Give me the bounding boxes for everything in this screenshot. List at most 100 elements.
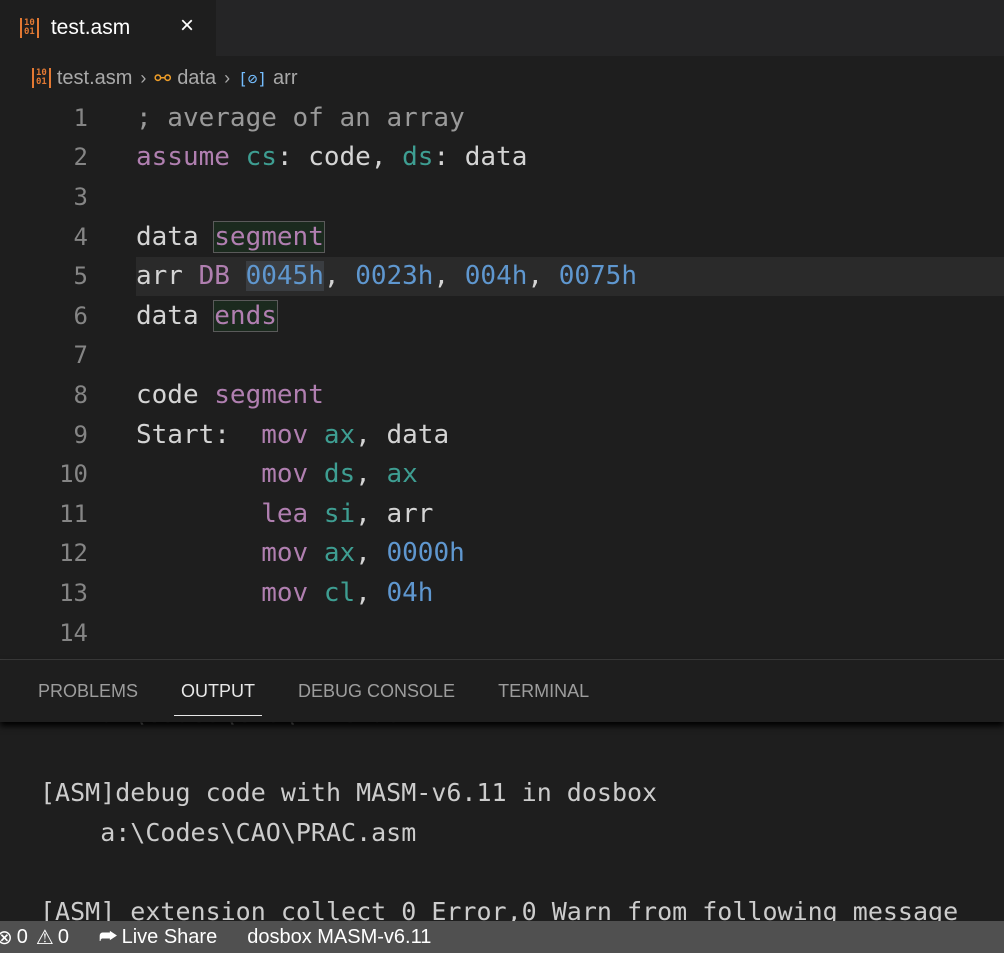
- breadcrumb-symbol[interactable]: arr: [273, 67, 297, 90]
- bottom-panel: PROBLEMS OUTPUT DEBUG CONSOLE TERMINAL a:\C…: [0, 659, 1004, 926]
- close-icon[interactable]: ×: [180, 12, 194, 40]
- token: si: [323, 498, 356, 529]
- token: arr: [136, 261, 199, 292]
- breadcrumb: 10 01 test.asm › ⚯ data › [⊘] arr: [32, 64, 297, 92]
- code-line[interactable]: 4 data segment: [0, 217, 1004, 257]
- line-number: 3: [73, 182, 88, 211]
- output-log[interactable]: a:\Codes\CAO\PRAC.asm [ASM]debug code wi…: [40, 694, 958, 931]
- chevron-right-icon: ›: [224, 67, 231, 88]
- token: segment: [213, 220, 325, 253]
- warning-count: 0: [57, 925, 69, 948]
- token: code: [136, 379, 215, 410]
- error-count: 0: [16, 925, 28, 948]
- output-line: [ASM]debug code with MASM-v6.11 in dosbo…: [40, 778, 658, 807]
- code-line[interactable]: 2 assume cs: code, ds: data: [0, 138, 1004, 178]
- dosbox-status[interactable]: dosbox MASM-v6.11: [247, 926, 431, 949]
- code-line[interactable]: 12 mov ax, 0000h: [0, 534, 1004, 574]
- token: mov: [261, 577, 309, 608]
- binary-file-icon: 10 01: [32, 68, 51, 88]
- token: 0000h: [386, 538, 465, 569]
- code-text: arr DB 0045h, 0023h, 004h, 0075h: [136, 261, 637, 292]
- token: ds: [323, 459, 356, 490]
- line-number: 5: [73, 262, 88, 291]
- code-text: data ends: [136, 299, 278, 332]
- token: ,: [433, 261, 465, 292]
- live-share-button[interactable]: ⮫ Live Share: [99, 926, 217, 949]
- namespace-icon: ⚯: [154, 67, 172, 90]
- code-line[interactable]: 6 data ends: [0, 296, 1004, 336]
- token: ax: [323, 538, 356, 569]
- token: segment: [214, 379, 324, 410]
- token: ,: [355, 459, 387, 490]
- code-line[interactable]: 1 ; average of an array: [0, 98, 1004, 138]
- code-line[interactable]: 7: [0, 336, 1004, 376]
- live-share-label: Live Share: [121, 925, 218, 948]
- tab-test-asm[interactable]: 10 01 test.asm ×: [0, 0, 216, 56]
- code-text: data segment: [136, 220, 325, 253]
- code-line[interactable]: 5 arr DB 0045h, 0023h, 004h, 0075h: [0, 256, 1004, 296]
- tab-debug-console[interactable]: DEBUG CONSOLE: [298, 681, 455, 702]
- live-share-icon: ⮫: [98, 925, 118, 948]
- line-number: 7: [73, 341, 88, 370]
- token: mov: [261, 538, 309, 569]
- token: ax: [386, 459, 418, 490]
- token: , data: [355, 419, 450, 450]
- token: mov: [261, 419, 309, 450]
- code-line[interactable]: 14: [0, 613, 1004, 653]
- line-number: 10: [59, 460, 88, 489]
- line-number: 11: [59, 499, 88, 528]
- token: Start:: [136, 419, 262, 450]
- code-line[interactable]: 13 mov cl, 04h: [0, 573, 1004, 613]
- line-number: 14: [59, 618, 88, 647]
- tab-terminal[interactable]: TERMINAL: [498, 681, 589, 702]
- token: ; average of an array: [136, 102, 465, 133]
- token: 004h: [464, 261, 528, 292]
- code-line[interactable]: 11 lea si, arr: [0, 494, 1004, 534]
- token: : code,: [276, 142, 403, 173]
- line-number: 8: [73, 380, 88, 409]
- variable-icon: [⊘]: [238, 68, 268, 88]
- code-line[interactable]: 3: [0, 177, 1004, 217]
- token: 04h: [386, 577, 434, 608]
- line-number: 1: [73, 103, 88, 132]
- tab-label: test.asm: [50, 16, 131, 39]
- code-text: lea si, arr: [136, 499, 433, 529]
- code-line[interactable]: 8 code segment: [0, 375, 1004, 415]
- tab-output[interactable]: OUTPUT: [174, 681, 263, 716]
- output-line: a:\Codes\CAO\PRAC.asm: [40, 817, 417, 847]
- token: mov: [261, 459, 309, 490]
- problems-status[interactable]: ⊗ 0 ⚠ 0: [0, 925, 69, 950]
- token: cl: [323, 577, 356, 608]
- token: ,: [323, 261, 356, 292]
- token: ends: [213, 299, 278, 332]
- error-icon: ⊗: [0, 926, 13, 949]
- code-text: code segment: [136, 380, 324, 410]
- token: , arr: [355, 498, 434, 529]
- token: 0045h: [245, 261, 324, 292]
- token: data: [136, 221, 215, 252]
- tab-problems[interactable]: PROBLEMS: [38, 681, 138, 702]
- breadcrumb-namespace[interactable]: data: [177, 67, 216, 90]
- warning-icon: ⚠: [35, 926, 54, 949]
- token: : data: [433, 142, 528, 173]
- chevron-right-icon: ›: [140, 67, 147, 88]
- code-editor[interactable]: 1 ; average of an array 2 assume cs: code, …: [0, 98, 1004, 658]
- code-line[interactable]: 10 mov ds, ax: [0, 454, 1004, 494]
- status-bar: ⊗ 0 ⚠ 0 ⮫ Live Share dosbox MASM-v6.11: [0, 921, 1004, 953]
- code-line[interactable]: 9 Start: mov ax, data: [0, 415, 1004, 455]
- panel-tabs: PROBLEMS OUTPUT DEBUG CONSOLE TERMINAL: [0, 660, 1004, 722]
- token: 0023h: [355, 261, 434, 292]
- token: data: [136, 300, 215, 331]
- breadcrumb-file[interactable]: test.asm: [57, 67, 133, 90]
- binary-file-icon: 10 01: [20, 18, 39, 38]
